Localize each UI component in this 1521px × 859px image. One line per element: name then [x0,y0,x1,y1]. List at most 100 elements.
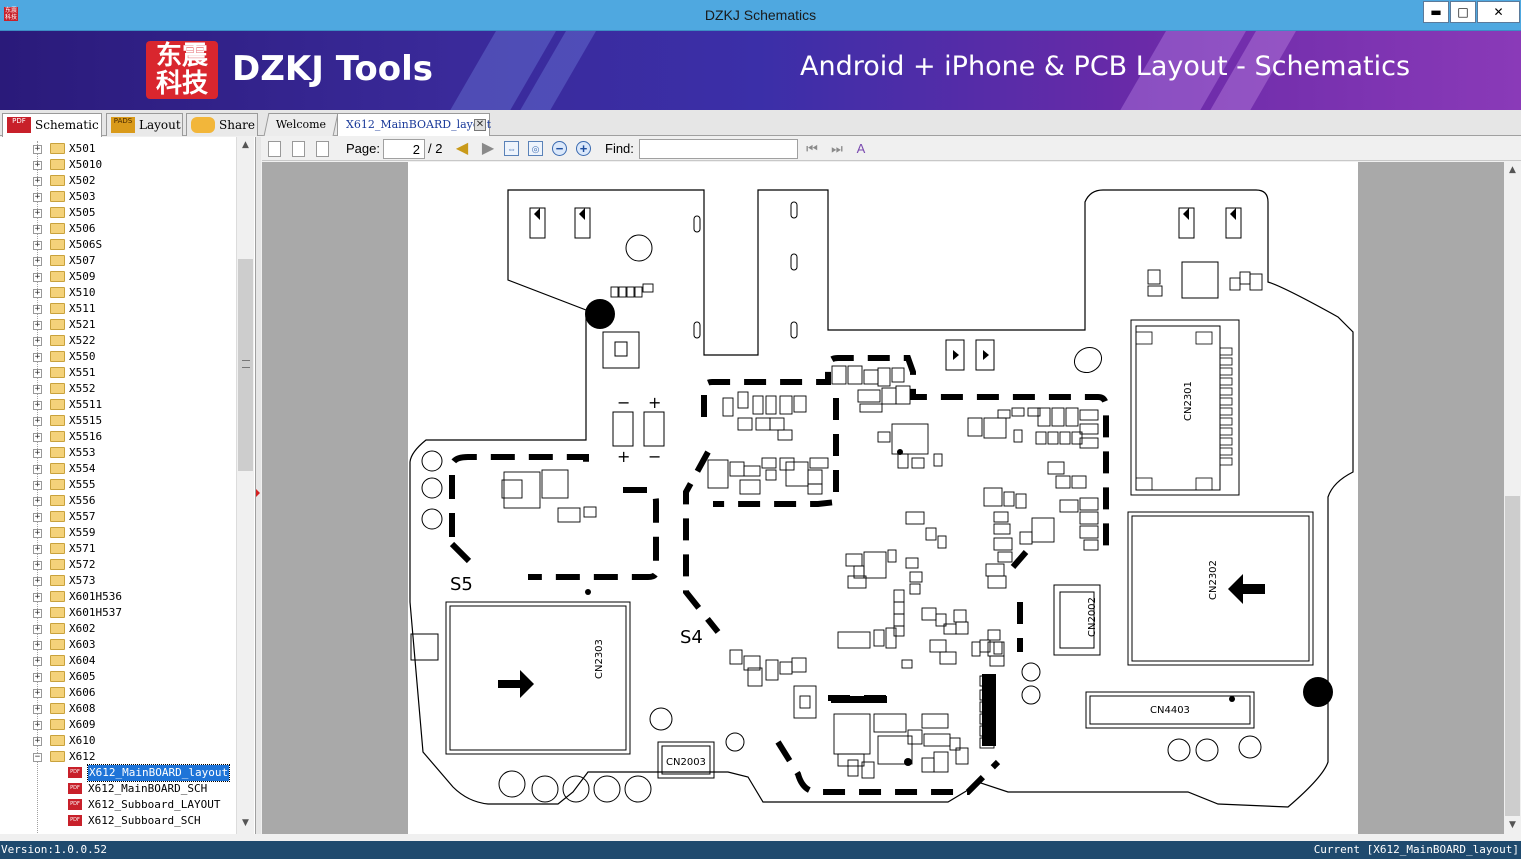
expand-icon[interactable]: + [33,673,42,682]
close-button[interactable]: ✕ [1477,1,1520,23]
tree-folder-item[interactable]: + X603 [0,637,236,653]
tree-folder-item[interactable]: + X503 [0,189,236,205]
expand-icon[interactable]: + [33,433,42,442]
scroll-up-icon[interactable]: ▲ [1504,162,1521,179]
pdf-page[interactable]: S5 S4 CN2303 CN2301 CN2302 CN2002 CN4403… [408,162,1358,834]
scroll-thumb[interactable] [238,259,253,471]
tree-folder-item[interactable]: + X571 [0,541,236,557]
expand-icon[interactable]: + [33,161,42,170]
tree-folder-item[interactable]: + X557 [0,509,236,525]
expand-icon[interactable]: + [33,449,42,458]
expand-icon[interactable]: + [33,337,42,346]
tree-folder-item[interactable]: + X572 [0,557,236,573]
previous-page-icon[interactable]: ◀ [453,140,471,158]
zoom-in-icon[interactable]: + [576,141,591,156]
tree-folder-item[interactable]: + X506 [0,221,236,237]
find-input[interactable] [639,139,798,159]
close-tab-icon[interactable]: ✕ [474,119,486,131]
find-next-icon[interactable]: ⏭ [828,140,846,158]
tree-folder-item[interactable]: + X559 [0,525,236,541]
expand-icon[interactable]: + [33,625,42,634]
tree-folder-item[interactable]: + X601H537 [0,605,236,621]
tree-folder-item[interactable]: + X501 [0,141,236,157]
page-number-input[interactable] [383,139,425,159]
expand-icon[interactable]: + [33,721,42,730]
tree-folder-item[interactable]: + X506S [0,237,236,253]
tree-folder-item[interactable]: + X550 [0,349,236,365]
expand-icon[interactable]: + [33,225,42,234]
expand-icon[interactable]: + [33,209,42,218]
viewer-scrollbar[interactable]: ▲ ▼ [1504,162,1521,834]
expand-icon[interactable]: + [33,417,42,426]
tree-scrollbar[interactable]: ▲ ▼ [236,137,254,834]
tab-layout[interactable]: PADS Layout [106,113,183,136]
fit-page-icon[interactable]: ◎ [528,141,543,156]
tree-folder-item[interactable]: + X554 [0,461,236,477]
tree-folder-item[interactable]: + X604 [0,653,236,669]
panel-splitter[interactable] [256,137,261,834]
tree-file-item[interactable]: PDF X612_Subboard_LAYOUT [0,797,236,813]
expand-icon[interactable]: + [33,177,42,186]
collapse-arrow-icon[interactable] [256,489,260,497]
expand-icon[interactable]: + [33,401,42,410]
expand-icon[interactable]: + [33,289,42,298]
tree-folder-item[interactable]: + X601H536 [0,589,236,605]
expand-icon[interactable]: + [33,145,42,154]
zoom-out-icon[interactable]: − [552,141,567,156]
tree-folder-item[interactable]: + X605 [0,669,236,685]
expand-icon[interactable]: + [33,481,42,490]
tree-folder-item[interactable]: + X521 [0,317,236,333]
open-document-icon[interactable] [268,141,281,157]
expand-icon[interactable]: + [33,641,42,650]
tree-folder-item[interactable]: + X510 [0,285,236,301]
tree-folder-item[interactable]: + X5010 [0,157,236,173]
scroll-down-icon[interactable]: ▼ [1504,817,1521,834]
tree-folder-item[interactable]: + X553 [0,445,236,461]
tab-schematic[interactable]: PDF Schematic [2,113,102,137]
highlight-text-icon[interactable]: A [852,140,870,158]
next-page-icon[interactable]: ▶ [479,140,497,158]
viewer-scroll-thumb[interactable] [1505,496,1520,816]
collapse-icon[interactable]: − [33,753,42,762]
tree-folder-item[interactable]: + X610 [0,733,236,749]
expand-icon[interactable]: + [33,385,42,394]
fit-width-icon[interactable]: ⇔ [504,141,519,156]
tree-folder-item[interactable]: + X5511 [0,397,236,413]
pdf-viewer[interactable]: S5 S4 CN2303 CN2301 CN2302 CN2002 CN4403… [262,162,1504,834]
tree-folder-item[interactable]: + X5515 [0,413,236,429]
expand-icon[interactable]: + [33,369,42,378]
tree-folder-item[interactable]: + X522 [0,333,236,349]
expand-icon[interactable]: + [33,497,42,506]
expand-icon[interactable]: + [33,353,42,362]
tree-folder-item[interactable]: + X511 [0,301,236,317]
expand-icon[interactable]: + [33,689,42,698]
scroll-down-icon[interactable]: ▼ [237,815,254,832]
tab-share[interactable]: Share [186,113,258,136]
tree-folder-item[interactable]: + X551 [0,365,236,381]
expand-icon[interactable]: + [33,273,42,282]
scroll-up-icon[interactable]: ▲ [237,137,254,154]
tree-folder-item[interactable]: + X555 [0,477,236,493]
tree-file-item[interactable]: PDF X612_MainBOARD_SCH [0,781,236,797]
expand-icon[interactable]: + [33,529,42,538]
minimize-button[interactable]: ▬ [1423,1,1449,23]
tree-folder-item[interactable]: + X609 [0,717,236,733]
tree-folder-item[interactable]: + X573 [0,573,236,589]
tree-folder-item[interactable]: − X612 [0,749,236,765]
expand-icon[interactable]: + [33,609,42,618]
pages-icon[interactable] [316,141,329,157]
expand-icon[interactable]: + [33,657,42,666]
maximize-button[interactable]: □ [1450,1,1476,23]
tree-file-item[interactable]: PDF X612_Subboard_SCH [0,813,236,829]
tree-folder-item[interactable]: + X556 [0,493,236,509]
expand-icon[interactable]: + [33,241,42,250]
tree-folder-item[interactable]: + X507 [0,253,236,269]
expand-icon[interactable]: + [33,577,42,586]
find-previous-icon[interactable]: ⏮ [803,140,821,158]
tab-x612-mainboard-layout[interactable]: X612_MainBOARD_layout ✕ [337,113,491,136]
tree-folder-item[interactable]: + X606 [0,685,236,701]
copy-document-icon[interactable] [292,141,305,157]
expand-icon[interactable]: + [33,561,42,570]
tree-folder-item[interactable]: + X505 [0,205,236,221]
tree-folder-item[interactable]: + X608 [0,701,236,717]
